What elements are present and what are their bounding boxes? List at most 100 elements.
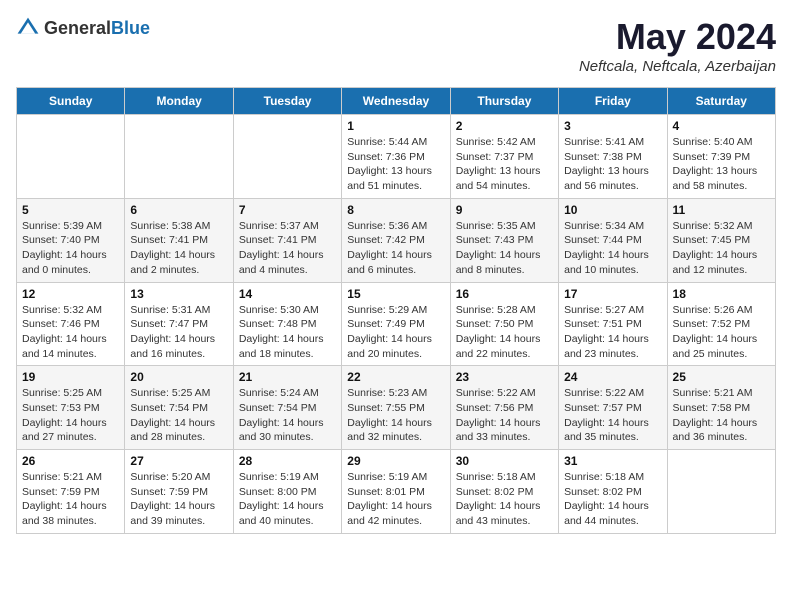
calendar-cell: 9 Sunrise: 5:35 AMSunset: 7:43 PMDaylight…	[450, 198, 558, 282]
day-number: 16	[456, 287, 553, 301]
day-info: Sunrise: 5:23 AMSunset: 7:55 PMDaylight:…	[347, 386, 444, 445]
day-info: Sunrise: 5:28 AMSunset: 7:50 PMDaylight:…	[456, 303, 553, 362]
logo-text-blue: Blue	[111, 18, 150, 38]
day-info: Sunrise: 5:42 AMSunset: 7:37 PMDaylight:…	[456, 135, 553, 194]
calendar-cell	[667, 450, 775, 534]
day-info: Sunrise: 5:18 AMSunset: 8:02 PMDaylight:…	[456, 470, 553, 529]
day-number: 28	[239, 454, 336, 468]
calendar-cell: 1 Sunrise: 5:44 AMSunset: 7:36 PMDaylight…	[342, 115, 450, 199]
calendar-cell: 19 Sunrise: 5:25 AMSunset: 7:53 PMDayligh…	[17, 366, 125, 450]
day-info: Sunrise: 5:32 AMSunset: 7:46 PMDaylight:…	[22, 303, 119, 362]
day-info: Sunrise: 5:37 AMSunset: 7:41 PMDaylight:…	[239, 219, 336, 278]
calendar-week-2: 5Sunrise: 5:39 AMSunset: 7:40 PMDaylight…	[17, 198, 776, 282]
calendar-cell: 16 Sunrise: 5:28 AMSunset: 7:50 PMDayligh…	[450, 282, 558, 366]
calendar-week-3: 12 Sunrise: 5:32 AMSunset: 7:46 PMDayligh…	[17, 282, 776, 366]
day-number: 23	[456, 370, 553, 384]
day-number: 1	[347, 119, 444, 133]
calendar-cell: 8 Sunrise: 5:36 AMSunset: 7:42 PMDaylight…	[342, 198, 450, 282]
calendar-cell: 31 Sunrise: 5:18 AMSunset: 8:02 PMDayligh…	[559, 450, 667, 534]
day-info: Sunrise: 5:44 AMSunset: 7:36 PMDaylight:…	[347, 135, 444, 194]
day-info: Sunrise: 5:25 AMSunset: 7:53 PMDaylight:…	[22, 386, 119, 445]
calendar-cell: 26 Sunrise: 5:21 AMSunset: 7:59 PMDayligh…	[17, 450, 125, 534]
day-number: 10	[564, 203, 661, 217]
calendar-header-friday: Friday	[559, 88, 667, 115]
calendar-cell: 12 Sunrise: 5:32 AMSunset: 7:46 PMDayligh…	[17, 282, 125, 366]
calendar-header-wednesday: Wednesday	[342, 88, 450, 115]
calendar-cell: 18Sunrise: 5:26 AMSunset: 7:52 PMDayligh…	[667, 282, 775, 366]
calendar-cell: 13 Sunrise: 5:31 AMSunset: 7:47 PMDayligh…	[125, 282, 233, 366]
day-info: Sunrise: 5:22 AMSunset: 7:56 PMDaylight:…	[456, 386, 553, 445]
title-location: Neftcala, Neftcala, Azerbaijan	[579, 58, 776, 75]
calendar-cell	[17, 115, 125, 199]
day-number: 9	[456, 203, 553, 217]
day-info: Sunrise: 5:25 AMSunset: 7:54 PMDaylight:…	[130, 386, 227, 445]
day-number: 15	[347, 287, 444, 301]
calendar-header-saturday: Saturday	[667, 88, 775, 115]
page-header: GeneralBlue May 2024 Neftcala, Neftcala,…	[16, 16, 776, 75]
calendar-cell: 5Sunrise: 5:39 AMSunset: 7:40 PMDaylight…	[17, 198, 125, 282]
calendar-cell: 27 Sunrise: 5:20 AMSunset: 7:59 PMDayligh…	[125, 450, 233, 534]
day-number: 19	[22, 370, 119, 384]
day-info: Sunrise: 5:24 AMSunset: 7:54 PMDaylight:…	[239, 386, 336, 445]
day-number: 18	[673, 287, 770, 301]
day-number: 30	[456, 454, 553, 468]
calendar-cell: 25 Sunrise: 5:21 AMSunset: 7:58 PMDayligh…	[667, 366, 775, 450]
calendar-cell: 3 Sunrise: 5:41 AMSunset: 7:38 PMDaylight…	[559, 115, 667, 199]
calendar-table: SundayMondayTuesdayWednesdayThursdayFrid…	[16, 87, 776, 534]
day-number: 8	[347, 203, 444, 217]
day-info: Sunrise: 5:19 AMSunset: 8:01 PMDaylight:…	[347, 470, 444, 529]
day-number: 3	[564, 119, 661, 133]
calendar-cell: 15Sunrise: 5:29 AMSunset: 7:49 PMDayligh…	[342, 282, 450, 366]
day-info: Sunrise: 5:31 AMSunset: 7:47 PMDaylight:…	[130, 303, 227, 362]
day-number: 6	[130, 203, 227, 217]
day-info: Sunrise: 5:41 AMSunset: 7:38 PMDaylight:…	[564, 135, 661, 194]
day-info: Sunrise: 5:18 AMSunset: 8:02 PMDaylight:…	[564, 470, 661, 529]
day-info: Sunrise: 5:21 AMSunset: 7:58 PMDaylight:…	[673, 386, 770, 445]
day-info: Sunrise: 5:35 AMSunset: 7:43 PMDaylight:…	[456, 219, 553, 278]
day-number: 26	[22, 454, 119, 468]
day-info: Sunrise: 5:21 AMSunset: 7:59 PMDaylight:…	[22, 470, 119, 529]
day-number: 7	[239, 203, 336, 217]
day-info: Sunrise: 5:36 AMSunset: 7:42 PMDaylight:…	[347, 219, 444, 278]
title-month: May 2024	[579, 16, 776, 58]
day-info: Sunrise: 5:22 AMSunset: 7:57 PMDaylight:…	[564, 386, 661, 445]
day-number: 27	[130, 454, 227, 468]
day-number: 13	[130, 287, 227, 301]
calendar-cell: 30 Sunrise: 5:18 AMSunset: 8:02 PMDayligh…	[450, 450, 558, 534]
calendar-header-thursday: Thursday	[450, 88, 558, 115]
day-number: 25	[673, 370, 770, 384]
calendar-cell: 21 Sunrise: 5:24 AMSunset: 7:54 PMDayligh…	[233, 366, 341, 450]
day-number: 31	[564, 454, 661, 468]
calendar-cell: 17Sunrise: 5:27 AMSunset: 7:51 PMDayligh…	[559, 282, 667, 366]
logo: GeneralBlue	[16, 16, 150, 40]
calendar-cell: 24Sunrise: 5:22 AMSunset: 7:57 PMDayligh…	[559, 366, 667, 450]
day-number: 22	[347, 370, 444, 384]
day-number: 29	[347, 454, 444, 468]
day-number: 4	[673, 119, 770, 133]
day-info: Sunrise: 5:32 AMSunset: 7:45 PMDaylight:…	[673, 219, 770, 278]
day-number: 11	[673, 203, 770, 217]
day-number: 20	[130, 370, 227, 384]
calendar-cell: 22 Sunrise: 5:23 AMSunset: 7:55 PMDayligh…	[342, 366, 450, 450]
title-block: May 2024 Neftcala, Neftcala, Azerbaijan	[579, 16, 776, 75]
day-info: Sunrise: 5:34 AMSunset: 7:44 PMDaylight:…	[564, 219, 661, 278]
calendar-cell: 29 Sunrise: 5:19 AMSunset: 8:01 PMDayligh…	[342, 450, 450, 534]
day-info: Sunrise: 5:20 AMSunset: 7:59 PMDaylight:…	[130, 470, 227, 529]
calendar-cell: 6 Sunrise: 5:38 AMSunset: 7:41 PMDaylight…	[125, 198, 233, 282]
calendar-week-1: 1 Sunrise: 5:44 AMSunset: 7:36 PMDaylight…	[17, 115, 776, 199]
day-number: 21	[239, 370, 336, 384]
calendar-week-4: 19 Sunrise: 5:25 AMSunset: 7:53 PMDayligh…	[17, 366, 776, 450]
day-info: Sunrise: 5:30 AMSunset: 7:48 PMDaylight:…	[239, 303, 336, 362]
day-number: 5	[22, 203, 119, 217]
calendar-header-monday: Monday	[125, 88, 233, 115]
day-number: 14	[239, 287, 336, 301]
day-number: 12	[22, 287, 119, 301]
day-info: Sunrise: 5:38 AMSunset: 7:41 PMDaylight:…	[130, 219, 227, 278]
calendar-cell: 28Sunrise: 5:19 AMSunset: 8:00 PMDayligh…	[233, 450, 341, 534]
day-number: 2	[456, 119, 553, 133]
calendar-header-sunday: Sunday	[17, 88, 125, 115]
calendar-header-tuesday: Tuesday	[233, 88, 341, 115]
calendar-cell: 10 Sunrise: 5:34 AMSunset: 7:44 PMDayligh…	[559, 198, 667, 282]
calendar-cell: 23 Sunrise: 5:22 AMSunset: 7:56 PMDayligh…	[450, 366, 558, 450]
calendar-cell: 7 Sunrise: 5:37 AMSunset: 7:41 PMDaylight…	[233, 198, 341, 282]
